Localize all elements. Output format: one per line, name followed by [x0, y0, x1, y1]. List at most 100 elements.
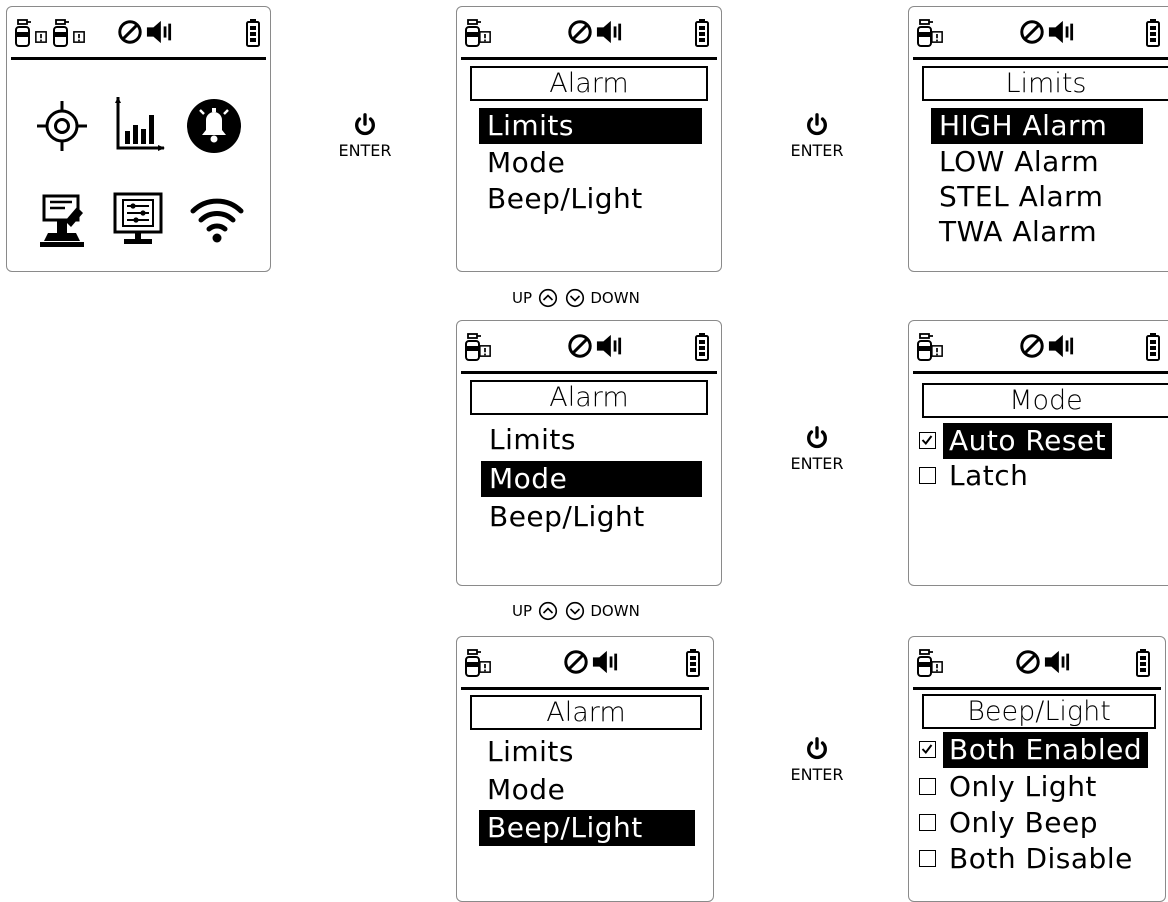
menu-title: Alarm	[470, 66, 708, 101]
status-bar	[457, 321, 721, 374]
menu-item-mode[interactable]: Mode	[479, 145, 702, 181]
status-divider	[461, 371, 717, 374]
menu-item-high-alarm[interactable]: HIGH Alarm	[931, 108, 1143, 144]
menu-title: Alarm	[470, 695, 702, 730]
gas-sensor-icon	[13, 19, 35, 47]
menu-title: Beep/Light	[922, 694, 1156, 729]
no-vibrate-icon	[567, 333, 593, 359]
no-vibrate-icon	[1019, 19, 1045, 45]
option-latch[interactable]: Latch	[919, 458, 1159, 494]
enter-button[interactable]: ENTER	[777, 113, 857, 161]
speaker-icon	[1047, 19, 1075, 45]
option-label: Both Disable	[949, 842, 1133, 875]
power-icon	[805, 426, 829, 450]
no-vibrate-icon	[1019, 333, 1045, 359]
settings-tools-icon[interactable]	[35, 193, 89, 249]
alarm-sensor-icon	[931, 31, 943, 43]
home-screen	[6, 6, 271, 272]
alarm-sensor-icon	[35, 31, 47, 43]
up-label: UP	[512, 601, 533, 620]
enter-button[interactable]: ENTER	[325, 113, 405, 161]
checkbox-unchecked[interactable]	[919, 778, 936, 795]
checkbox-unchecked[interactable]	[919, 467, 936, 484]
chevron-down-circle-icon[interactable]	[565, 288, 585, 308]
menu-item-limits[interactable]: Limits	[479, 734, 695, 770]
chevron-down-circle-icon[interactable]	[565, 601, 585, 621]
battery-icon	[695, 333, 709, 361]
enter-button[interactable]: ENTER	[777, 426, 857, 474]
checkbox-unchecked[interactable]	[919, 814, 936, 831]
option-only-light[interactable]: Only Light	[919, 769, 1159, 805]
no-vibrate-icon	[567, 19, 593, 45]
battery-icon	[686, 649, 700, 677]
option-label: Auto Reset	[943, 423, 1113, 459]
option-label: Only Beep	[949, 806, 1098, 839]
enter-label: ENTER	[790, 454, 844, 473]
alarm-sensor-icon	[931, 345, 943, 357]
alarm-sensor-icon	[479, 345, 491, 357]
chevron-up-circle-icon[interactable]	[538, 601, 558, 621]
menu-item-beep-light[interactable]: Beep/Light	[479, 810, 695, 846]
target-crosshair-icon[interactable]	[35, 99, 89, 153]
menu-item-limits[interactable]: Limits	[481, 422, 702, 458]
option-both-enabled[interactable]: Both Enabled	[919, 732, 1159, 768]
option-label: Latch	[949, 459, 1029, 492]
checkbox-unchecked[interactable]	[919, 850, 936, 867]
status-divider	[11, 57, 266, 60]
status-bar	[7, 7, 270, 60]
battery-icon	[695, 19, 709, 47]
down-label: DOWN	[590, 601, 640, 620]
no-vibrate-icon	[563, 649, 589, 675]
menu-item-limits[interactable]: Limits	[479, 108, 702, 144]
speaker-icon	[145, 19, 173, 45]
power-icon	[353, 113, 377, 137]
status-divider	[461, 57, 717, 60]
alarm-screen-beep-light-selected: Alarm Limits Mode Beep/Light	[456, 636, 714, 902]
menu-item-beep-light[interactable]: Beep/Light	[481, 499, 702, 535]
menu-title: Limits	[922, 66, 1168, 101]
status-bar	[909, 321, 1168, 374]
checkmark-icon	[921, 434, 933, 446]
menu-item-mode[interactable]: Mode	[479, 772, 695, 808]
speaker-icon	[595, 333, 623, 359]
checkbox-checked[interactable]	[919, 432, 936, 449]
status-divider	[913, 687, 1161, 690]
up-label: UP	[512, 288, 533, 307]
option-label: Only Light	[949, 770, 1097, 803]
status-divider	[461, 687, 709, 690]
down-label: DOWN	[590, 288, 640, 307]
status-bar	[909, 7, 1168, 60]
checkbox-checked[interactable]	[919, 741, 936, 758]
menu-item-low-alarm[interactable]: LOW Alarm	[931, 144, 1143, 180]
limits-screen: Limits HIGH Alarm LOW Alarm STEL Alarm T…	[908, 6, 1168, 272]
alarm-bell-icon[interactable]	[185, 97, 243, 155]
alarm-sensor-icon	[73, 31, 85, 43]
no-vibrate-icon	[117, 19, 143, 45]
bar-chart-icon[interactable]	[112, 95, 168, 153]
menu-item-stel-alarm[interactable]: STEL Alarm	[931, 179, 1143, 215]
alarm-screen-mode-selected: Alarm Limits Mode Beep/Light	[456, 320, 722, 586]
battery-icon	[246, 19, 260, 47]
alarm-sensor-icon	[479, 31, 491, 43]
option-auto-reset[interactable]: Auto Reset	[919, 423, 1159, 459]
menu-item-twa-alarm[interactable]: TWA Alarm	[931, 214, 1143, 250]
menu-item-beep-light[interactable]: Beep/Light	[479, 181, 702, 217]
menu-item-mode[interactable]: Mode	[481, 461, 702, 497]
option-label: Both Enabled	[943, 732, 1149, 768]
alarm-screen-limits-selected: Alarm Limits Mode Beep/Light	[456, 6, 722, 272]
option-only-beep[interactable]: Only Beep	[919, 805, 1159, 841]
menu-title: Alarm	[470, 380, 708, 415]
wifi-icon[interactable]	[189, 195, 245, 245]
option-both-disable[interactable]: Both Disable	[919, 841, 1159, 877]
chevron-up-circle-icon[interactable]	[538, 288, 558, 308]
speaker-icon	[591, 649, 619, 675]
power-icon	[805, 113, 829, 137]
speaker-icon	[1047, 333, 1075, 359]
enter-button[interactable]: ENTER	[777, 737, 857, 785]
status-divider	[913, 57, 1168, 60]
up-down-hint: UP DOWN	[512, 284, 640, 310]
battery-icon	[1146, 333, 1160, 361]
monitor-sliders-icon[interactable]	[112, 191, 164, 247]
gas-sensor-icon	[51, 19, 73, 47]
mode-screen: Mode Auto Reset Latch	[908, 320, 1168, 586]
